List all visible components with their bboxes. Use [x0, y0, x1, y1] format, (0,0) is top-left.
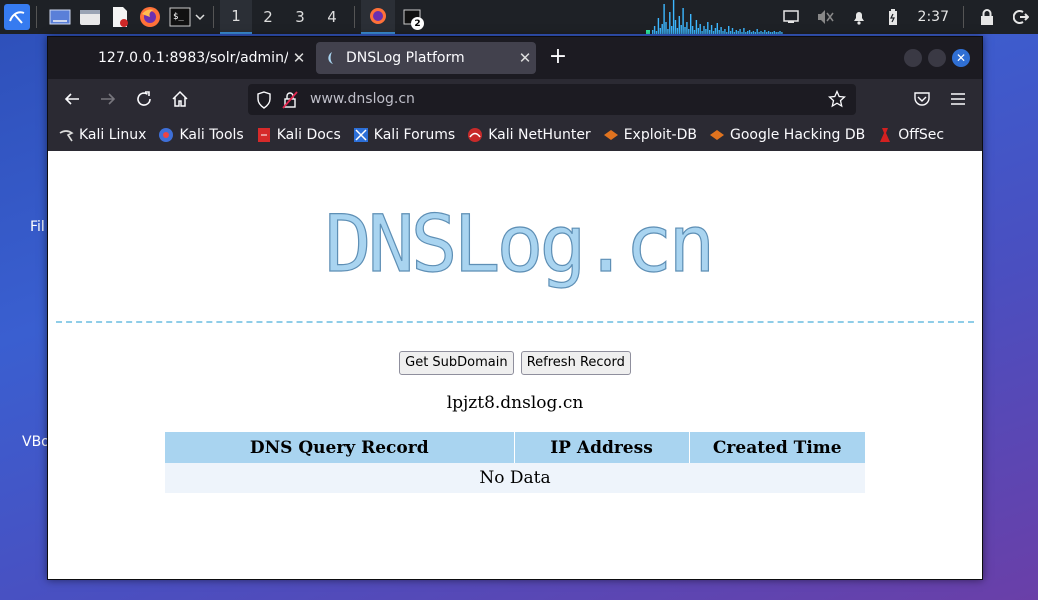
kali-menu-icon[interactable] [4, 4, 30, 30]
forward-arrow-icon[interactable] [96, 87, 120, 111]
bookmark-kali-forums[interactable]: Kali Forums [353, 127, 455, 143]
bookmark-google-hacking-db[interactable]: Google Hacking DB [709, 127, 865, 143]
panel-separator [213, 6, 214, 28]
tab-solr-admin[interactable]: 127.0.0.1:8983/solr/admin/co ✕ [56, 42, 310, 74]
task-terminal[interactable]: 2 [395, 0, 429, 34]
volume-muted-icon[interactable] [808, 0, 842, 34]
panel-separator [36, 6, 37, 28]
table-header-row: DNS Query Record IP Address Created Time [165, 432, 865, 463]
dns-record-table: DNS Query Record IP Address Created Time… [165, 432, 865, 493]
battery-icon[interactable] [876, 0, 910, 34]
bookmark-offsec[interactable]: OffSec [877, 127, 944, 143]
new-tab-button[interactable]: + [546, 46, 570, 70]
bookmark-label: Kali Docs [276, 127, 341, 143]
pocket-icon[interactable] [910, 87, 934, 111]
desktop-label-files[interactable]: Fil [30, 219, 45, 235]
dnslog-logo: DNSLog.cn [324, 199, 716, 290]
bookmark-kali-linux[interactable]: Kali Linux [58, 127, 146, 143]
top-panel: $_ 1 2 3 4 2 2:37 [0, 0, 1038, 34]
bookmark-label: Kali NetHunter [488, 127, 591, 143]
page-content: DNSLog.cn Get SubDomain Refresh Record l… [48, 151, 982, 579]
logout-icon[interactable] [1004, 0, 1038, 34]
tab-title: DNSLog Platform [346, 50, 465, 66]
tab-dnslog[interactable]: DNSLog Platform ✕ [316, 42, 536, 74]
lock-icon[interactable] [970, 0, 1004, 34]
terminal-icon[interactable]: $_ [167, 4, 193, 30]
workspace-4[interactable]: 4 [316, 0, 348, 34]
network-icon[interactable] [774, 0, 808, 34]
tab-bar: 127.0.0.1:8983/solr/admin/co ✕ DNSLog Pl… [48, 37, 982, 79]
ghdb-icon [709, 127, 725, 143]
chevron-down-icon[interactable] [193, 4, 207, 30]
kali-forums-icon [353, 127, 369, 143]
url-text[interactable]: www.dnslog.cn [310, 91, 415, 107]
panel-separator [354, 6, 355, 28]
refresh-record-button[interactable]: Refresh Record [520, 351, 631, 375]
kali-tools-icon [158, 127, 174, 143]
maximize-button[interactable] [928, 49, 946, 67]
bookmarks-toolbar: Kali Linux Kali Tools Kali Docs Kali For… [48, 119, 982, 151]
bookmark-label: Google Hacking DB [729, 127, 866, 143]
column-header-dns-query: DNS Query Record [165, 432, 515, 463]
nav-bar: www.dnslog.cn [48, 79, 982, 119]
close-window-button[interactable]: ✕ [952, 49, 970, 67]
hamburger-menu-icon[interactable] [946, 87, 970, 111]
panel-separator [963, 6, 964, 28]
subdomain-text: lpjzt8.dnslog.cn [446, 393, 584, 413]
home-icon[interactable] [168, 87, 192, 111]
file-manager-icon[interactable] [77, 4, 103, 30]
dnslog-favicon [326, 51, 338, 65]
dashed-divider [56, 321, 974, 323]
bookmark-exploit-db[interactable]: Exploit-DB [603, 127, 697, 143]
column-header-ip-address: IP Address [514, 432, 690, 463]
task-firefox[interactable] [361, 0, 395, 34]
workspace-2[interactable]: 2 [252, 0, 284, 34]
svg-text:$_: $_ [173, 12, 184, 22]
bookmark-label: Kali Forums [373, 127, 456, 143]
kali-dragon-icon [58, 127, 74, 143]
get-subdomain-button[interactable]: Get SubDomain [399, 351, 514, 375]
firefox-icon[interactable] [137, 4, 163, 30]
table-row: No Data [165, 463, 865, 493]
firefox-icon [370, 8, 386, 24]
insecure-lock-icon[interactable] [282, 91, 298, 109]
notification-bell-icon[interactable] [842, 0, 876, 34]
clock[interactable]: 2:37 [910, 9, 957, 25]
bookmark-label: Kali Tools [179, 127, 244, 143]
bookmark-kali-tools[interactable]: Kali Tools [158, 127, 244, 143]
bookmark-label: Exploit-DB [623, 127, 697, 143]
terminal-count-badge: 2 [411, 17, 424, 30]
desktop-icon[interactable] [47, 4, 73, 30]
close-icon[interactable]: ✕ [288, 49, 310, 67]
bookmark-kali-docs[interactable]: Kali Docs [256, 127, 341, 143]
tab-title: 127.0.0.1:8983/solr/admin/co [98, 50, 288, 66]
reload-icon[interactable] [132, 87, 156, 111]
nethunter-icon [467, 127, 483, 143]
bookmark-label: OffSec [898, 127, 945, 143]
exploit-db-icon [603, 127, 619, 143]
cpu-graph [646, 0, 783, 34]
bookmark-kali-nethunter[interactable]: Kali NetHunter [467, 127, 591, 143]
bookmark-label: Kali Linux [79, 127, 147, 143]
bookmark-star-icon[interactable] [827, 89, 847, 108]
button-row: Get SubDomain Refresh Record [48, 351, 982, 375]
workspace-1[interactable]: 1 [220, 0, 252, 34]
system-tray: 2:37 [774, 0, 1038, 34]
kali-docs-icon [256, 127, 272, 143]
back-arrow-icon[interactable] [60, 87, 84, 111]
browser-window: 127.0.0.1:8983/solr/admin/co ✕ DNSLog Pl… [47, 36, 983, 580]
offsec-icon [877, 127, 893, 143]
close-icon[interactable]: ✕ [514, 49, 536, 67]
minimize-button[interactable] [904, 49, 922, 67]
logo-text: DNSLog.cn [325, 200, 712, 290]
column-header-created-time: Created Time [689, 432, 865, 463]
url-bar[interactable]: www.dnslog.cn [248, 84, 856, 115]
desktop-label-vbox[interactable]: VBo [22, 434, 50, 450]
text-editor-icon[interactable] [107, 4, 133, 30]
shield-icon[interactable] [256, 91, 272, 109]
workspace-3[interactable]: 3 [284, 0, 316, 34]
empty-table-message: No Data [165, 463, 865, 493]
